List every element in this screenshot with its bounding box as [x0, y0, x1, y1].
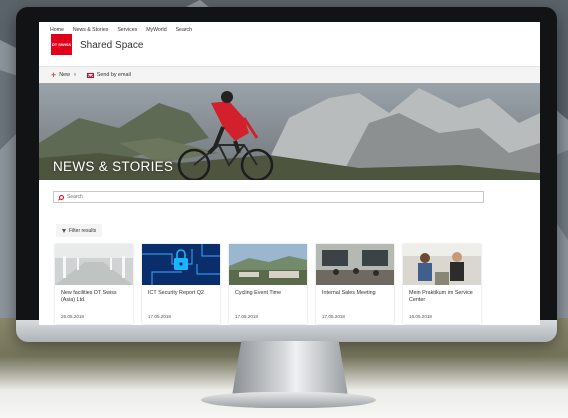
monitor-stand-base: [201, 392, 376, 408]
top-navigation: Home News & Stories Services MyWorld Sea…: [50, 27, 192, 33]
news-thumbnail-sales-meeting: [316, 244, 394, 285]
news-date: 17.05.2018: [148, 314, 171, 319]
plus-icon: +: [51, 69, 57, 80]
news-date: 17.05.2018: [235, 314, 258, 319]
news-thumbnail-internship: [403, 244, 481, 285]
monitor-stand-neck: [232, 341, 348, 396]
news-card[interactable]: Internal Sales Meeting 17.05.2018: [316, 244, 394, 324]
news-date: 25.05.2018: [61, 314, 84, 319]
send-by-email-label: Send by email: [96, 72, 131, 78]
filter-results-label: Filter results: [69, 227, 97, 234]
logo-text: DT SWISS: [51, 42, 72, 47]
nav-services[interactable]: Services: [117, 27, 137, 33]
mail-icon: [86, 72, 94, 78]
news-title: Internal Sales Meeting: [322, 290, 376, 296]
nav-home[interactable]: Home: [50, 27, 64, 33]
news-card-list: New facilities DT Swiss (Asia) Ltd. 25.0…: [55, 244, 481, 324]
new-label: New: [59, 72, 71, 78]
news-title: ICT Security Report Q2: [148, 290, 204, 296]
search-input[interactable]: [67, 194, 467, 200]
news-thumbnail-security: [142, 244, 220, 285]
site-logo[interactable]: DT SWISS: [51, 34, 72, 55]
nav-news-stories[interactable]: News & Stories: [73, 27, 108, 33]
news-card[interactable]: Mein Praktikum im Service Center 16.05.2…: [403, 244, 481, 324]
chevron-down-icon: ∨: [73, 72, 77, 78]
send-by-email-button[interactable]: Send by email: [86, 72, 131, 78]
filter-results-button[interactable]: Filter results: [56, 224, 103, 237]
command-bar: + New ∨ Send by email: [39, 66, 540, 83]
filter-icon: [62, 228, 66, 233]
news-title: Cycling Event Time: [235, 290, 282, 296]
news-date: 16.05.2018: [409, 314, 432, 319]
new-button[interactable]: + New ∨: [51, 69, 77, 80]
site-title[interactable]: Shared Space: [80, 40, 143, 51]
hero-title: NEWS & STORIES: [53, 159, 174, 174]
news-card[interactable]: Cycling Event Time 17.05.2018: [229, 244, 307, 324]
news-title: Mein Praktikum im Service Center: [409, 290, 473, 304]
screen: Home News & Stories Services MyWorld Sea…: [39, 22, 540, 325]
hero-banner: NEWS & STORIES: [39, 83, 540, 180]
news-thumbnail-facility: [55, 244, 133, 285]
nav-myworld[interactable]: MyWorld: [146, 27, 166, 33]
news-card[interactable]: New facilities DT Swiss (Asia) Ltd. 25.0…: [55, 244, 133, 324]
search-box[interactable]: [53, 191, 484, 203]
search-icon: [59, 194, 64, 200]
nav-search[interactable]: Search: [176, 27, 192, 33]
news-date: 17.05.2018: [322, 314, 345, 319]
news-thumbnail-cycling-event: [229, 244, 307, 285]
news-title: New facilities DT Swiss (Asia) Ltd.: [61, 290, 117, 304]
news-card[interactable]: ICT Security Report Q2 17.05.2018: [142, 244, 220, 324]
